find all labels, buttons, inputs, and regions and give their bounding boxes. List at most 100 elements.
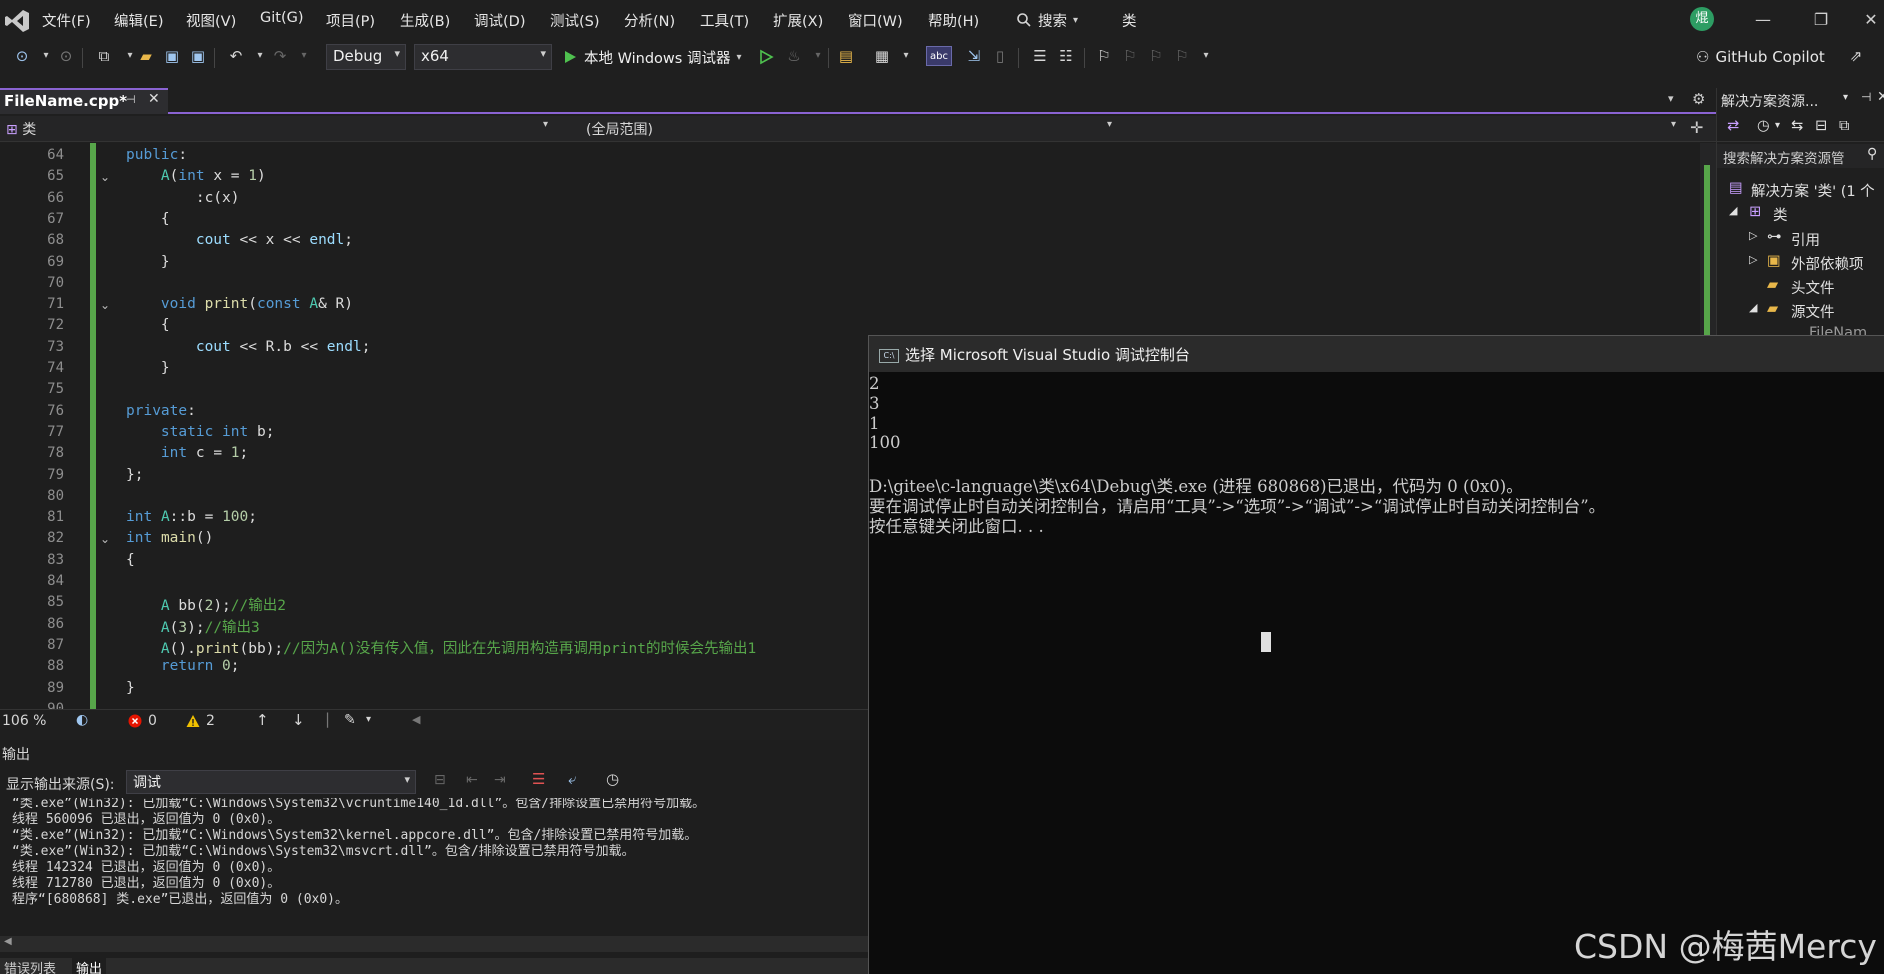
menu-file[interactable]: 文件(F): [42, 10, 91, 31]
console-title-bar[interactable]: C:\ 选择 Microsoft Visual Studio 调试控制台: [869, 336, 1884, 372]
code-line[interactable]: }: [126, 680, 135, 696]
menu-tools[interactable]: 工具(T): [700, 10, 749, 31]
menu-git[interactable]: Git(G): [260, 10, 304, 26]
prev-bookmark-icon[interactable]: ⚐: [1120, 46, 1140, 66]
code-line[interactable]: }: [126, 360, 170, 376]
pin-icon[interactable]: ⊣: [126, 93, 136, 106]
gear-icon[interactable]: ⚙: [1692, 90, 1705, 108]
collapse-icon[interactable]: ⊟: [1815, 118, 1827, 134]
solution-search[interactable]: 搜索解决方案资源管 ⚲: [1717, 144, 1884, 168]
menu-window[interactable]: 窗口(W): [848, 10, 903, 31]
code-line[interactable]: }: [126, 254, 170, 270]
project-scope-select[interactable]: ⊞ 类 ▾: [0, 118, 556, 140]
code-line[interactable]: {: [126, 211, 170, 227]
search-button[interactable]: 搜索 ▾: [1016, 8, 1078, 32]
platform-select[interactable]: x64 ▾: [414, 44, 552, 70]
expanded-icon[interactable]: ◢: [1749, 301, 1757, 314]
close-window-icon[interactable]: ✕: [1856, 8, 1884, 32]
warning-count[interactable]: 2: [186, 713, 215, 729]
code-line[interactable]: public:: [126, 147, 187, 163]
chevron-down-icon[interactable]: ▾: [808, 46, 828, 66]
chevron-down-icon[interactable]: ▾: [1775, 120, 1780, 131]
menu-analyze[interactable]: 分析(N): [624, 10, 675, 31]
error-count[interactable]: 0: [128, 713, 157, 729]
browse-folder-icon[interactable]: ▤: [836, 46, 856, 66]
code-line[interactable]: return 0;: [126, 658, 240, 674]
history-icon[interactable]: ◷: [1757, 118, 1770, 134]
console-output[interactable]: 2 3 1 100 D:\gitee\c-language\类\x64\Debug\类.…: [869, 372, 1884, 972]
forward-icon[interactable]: ⊙: [56, 46, 76, 66]
next-message-icon[interactable]: ⇥: [494, 772, 506, 788]
sync-icon[interactable]: ⇆: [1791, 118, 1803, 134]
code-line[interactable]: void print(const A& R): [126, 296, 353, 312]
scope-select[interactable]: (全局范围) ▾: [580, 118, 1120, 140]
restore-icon[interactable]: ❐: [1806, 8, 1836, 32]
menu-extensions[interactable]: 扩展(X): [773, 10, 823, 31]
chevron-down-icon[interactable]: ▾: [896, 46, 916, 66]
word-wrap-icon[interactable]: ⤶: [568, 770, 576, 788]
project-node[interactable]: 类: [1773, 204, 1788, 225]
start-without-debugging-icon[interactable]: [758, 49, 774, 65]
tab-error-list[interactable]: 错误列表: [0, 958, 60, 974]
menu-test[interactable]: 测试(S): [550, 10, 600, 31]
output-hscrollbar[interactable]: ◀: [0, 936, 870, 952]
collapsed-icon[interactable]: ▷: [1749, 253, 1757, 266]
member-select[interactable]: ▾: [1128, 118, 1684, 140]
zoom-level[interactable]: 106 %: [2, 713, 46, 729]
new-project-icon[interactable]: ⧉: [94, 46, 114, 66]
toolbar-overflow-icon[interactable]: ▾: [1196, 46, 1216, 66]
header-files-node[interactable]: 头文件: [1791, 277, 1835, 298]
minimize-icon[interactable]: —: [1748, 8, 1778, 32]
clear-all-icon[interactable]: ☰: [532, 770, 545, 788]
solution-node[interactable]: 解决方案 '类' (1 个: [1751, 180, 1875, 201]
show-all-icon[interactable]: ⧉: [1839, 118, 1849, 134]
save-all-icon[interactable]: ▣: [188, 46, 208, 66]
code-line[interactable]: :c(x): [126, 190, 240, 206]
vs-switch-icon[interactable]: ⇄: [1727, 118, 1739, 134]
start-debugging-button[interactable]: 本地 Windows 调试器 ▾: [562, 46, 741, 68]
arrow-up-icon[interactable]: ↑: [256, 711, 269, 729]
back-icon[interactable]: ⊙: [12, 46, 32, 66]
save-icon[interactable]: ▣: [162, 46, 182, 66]
github-copilot-button[interactable]: ⚇ GitHub Copilot: [1696, 46, 1825, 68]
prev-message-icon[interactable]: ⇤: [466, 772, 478, 788]
tab-output[interactable]: 输出: [72, 958, 107, 974]
collapsed-icon[interactable]: ▷: [1749, 229, 1757, 242]
code-line[interactable]: static int b;: [126, 424, 275, 440]
close-icon[interactable]: ✕: [1877, 89, 1884, 105]
code-line[interactable]: cout << R.b << endl;: [126, 339, 371, 355]
find-message-icon[interactable]: ⊟: [434, 772, 446, 788]
configuration-select[interactable]: Debug ▾: [326, 44, 406, 70]
step-icon[interactable]: ⇲: [964, 46, 984, 66]
hot-reload-icon[interactable]: ♨: [784, 46, 804, 66]
chevron-down-icon[interactable]: ▾: [294, 46, 314, 66]
code-line[interactable]: cout << x << endl;: [126, 232, 353, 248]
code-line[interactable]: {: [126, 317, 170, 333]
pin-icon[interactable]: ⊣: [1861, 90, 1871, 104]
arrow-down-icon[interactable]: ↓: [292, 711, 305, 729]
uncomment-icon[interactable]: ☷: [1056, 46, 1076, 66]
chevron-down-icon[interactable]: ▾: [36, 46, 56, 66]
fold-toggle-icon[interactable]: ⌄: [100, 170, 110, 184]
chevron-down-icon[interactable]: ▾: [1843, 92, 1848, 103]
code-line[interactable]: int main(): [126, 530, 213, 546]
code-line[interactable]: };: [126, 467, 143, 483]
clear-bookmarks-icon[interactable]: ⚐: [1172, 46, 1192, 66]
open-folder-icon[interactable]: ▰: [136, 46, 156, 66]
menu-edit[interactable]: 编辑(E): [114, 10, 163, 31]
menu-view[interactable]: 视图(V): [186, 10, 236, 31]
bookmark-toggle-icon[interactable]: ▯: [990, 46, 1010, 66]
code-line[interactable]: {: [126, 552, 135, 568]
references-node[interactable]: 引用: [1791, 229, 1820, 250]
code-line[interactable]: A().print(bb);//因为A()没有传入值，因此在先调用构造再调用pr…: [126, 637, 756, 658]
scroll-left-icon[interactable]: ◀: [412, 713, 420, 726]
code-line[interactable]: A(int x = 1): [126, 168, 266, 184]
menu-help[interactable]: 帮助(H): [928, 10, 979, 31]
output-source-select[interactable]: 调试 ▾: [126, 770, 416, 794]
output-text[interactable]: “类.exe”(Win32): 已加载“C:\Windows\System32\…: [0, 798, 870, 954]
tab-filename-cpp[interactable]: FileName.cpp* ⊣ ✕: [0, 88, 168, 114]
source-files-node[interactable]: 源文件: [1791, 301, 1835, 322]
menu-project[interactable]: 项目(P): [326, 10, 375, 31]
code-line[interactable]: int A::b = 100;: [126, 509, 257, 525]
layout-icon[interactable]: ▦: [872, 46, 892, 66]
